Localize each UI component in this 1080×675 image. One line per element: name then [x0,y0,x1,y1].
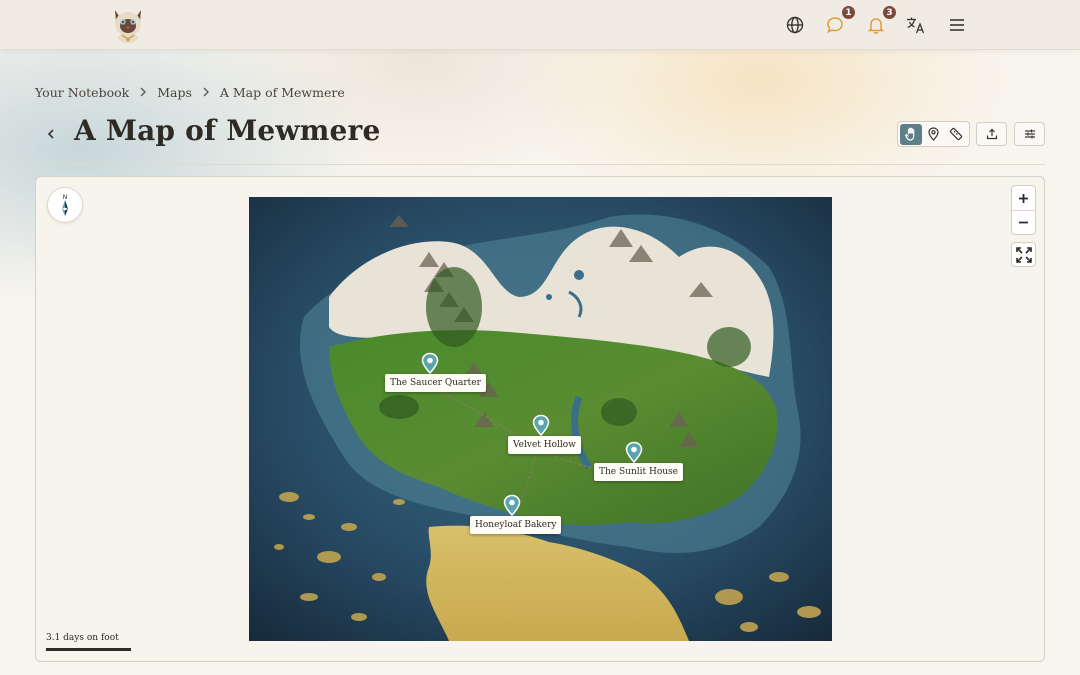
back-button[interactable] [42,124,60,144]
chevron-left-icon [47,129,54,139]
map-settings-button[interactable] [1014,122,1045,146]
map-viewer[interactable]: The Saucer Quarter Velvet Hollow The Sun… [35,176,1045,662]
chevron-right-icon [137,86,149,98]
fullscreen-button[interactable] [1011,242,1036,267]
minus-icon [1019,221,1028,224]
export-button[interactable] [976,122,1007,146]
breadcrumb-notebook[interactable]: Your Notebook [35,85,129,100]
upload-icon [986,128,997,140]
marker-honeyloaf-bakery[interactable]: Honeyloaf Bakery [470,516,562,534]
ruler-icon [949,127,963,141]
top-bar: 1 3 [0,0,1080,50]
map-pin-icon[interactable] [625,441,643,464]
bell-icon[interactable]: 3 [863,5,897,38]
plus-icon [1019,193,1028,203]
chat-icon[interactable]: 1 [822,5,856,38]
breadcrumb: Your Notebook Maps A Map of Mewmere [35,84,345,100]
hand-tool-button[interactable] [900,123,923,145]
page-title: A Map of Mewmere [74,114,381,147]
marker-saucer-quarter[interactable]: The Saucer Quarter [385,374,486,392]
zoom-out-button[interactable] [1012,210,1035,234]
map-scale-label: 3.1 days on foot [46,633,119,643]
chat-badge: 1 [841,5,856,20]
ruler-tool-button[interactable] [945,124,967,145]
pin-tool-button[interactable] [922,124,944,145]
title-divider [35,164,1045,165]
sliders-icon [1024,129,1035,139]
hand-icon [904,127,914,141]
map-pin-icon[interactable] [421,352,439,375]
siamese-cat-logo[interactable] [110,6,146,44]
map-pin-icon[interactable] [532,414,550,437]
translate-icon[interactable] [903,12,929,38]
expand-icon [1015,246,1032,263]
svg-text:N: N [63,194,68,201]
notification-badge: 3 [882,5,897,20]
marker-sunlit-house[interactable]: The Sunlit House [594,463,683,481]
breadcrumb-maps[interactable]: Maps [157,85,192,100]
chevron-right-icon [200,86,212,98]
zoom-controls [1011,185,1036,235]
compass-icon[interactable]: N [47,187,83,223]
map-scale-bar [46,648,131,651]
menu-icon[interactable] [944,12,970,38]
globe-icon[interactable] [782,12,808,38]
map-tool-group [897,121,970,147]
marker-velvet-hollow[interactable]: Velvet Hollow [508,436,581,454]
map-pin-icon[interactable] [503,494,521,517]
zoom-in-button[interactable] [1012,186,1035,210]
breadcrumb-current: A Map of Mewmere [219,84,345,100]
pin-icon [928,127,939,141]
